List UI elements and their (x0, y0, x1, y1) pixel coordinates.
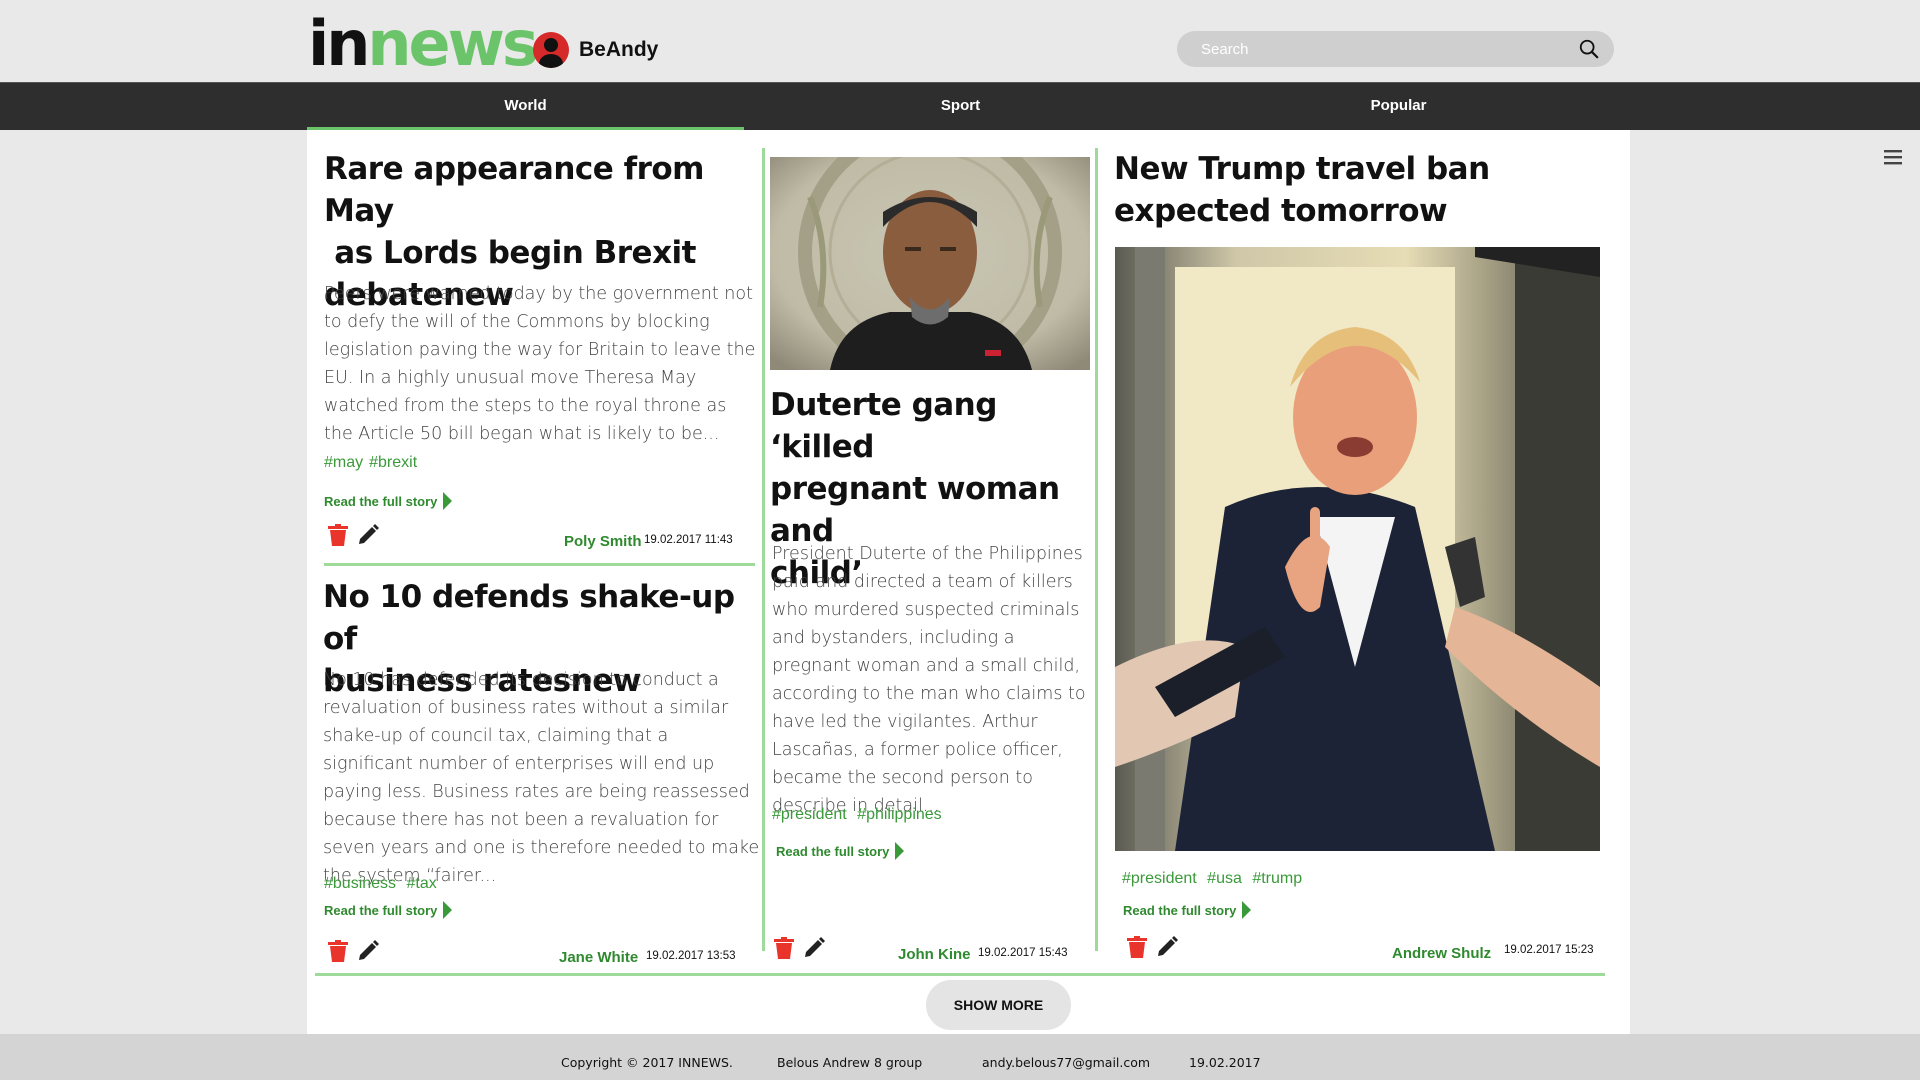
article-author[interactable]: Andrew Shulz (1392, 945, 1491, 962)
article-title-line: as Lords begin Brexit (324, 235, 697, 271)
read-full-story-label: Read the full story (1123, 902, 1237, 918)
main-nav: World Sport Popular (0, 82, 1920, 131)
tab-world[interactable]: World (307, 83, 744, 131)
read-full-story-label: Read the full story (324, 493, 438, 509)
article-date: 19.02.2017 13:53 (646, 950, 736, 962)
article-description: President Duterte of the Philippines pai… (772, 544, 1086, 816)
read-full-story-link[interactable]: Read the full story (324, 492, 453, 510)
tag-link[interactable]: #usa (1207, 870, 1242, 887)
tab-popular[interactable]: Popular (1180, 83, 1617, 131)
article-photo[interactable] (1115, 247, 1600, 851)
search-icon[interactable] (1578, 38, 1600, 60)
article-title[interactable]: New Trump travel ban expected tomorrow (1114, 148, 1614, 232)
article-tags: #may #brexit (324, 454, 423, 472)
article-photo[interactable] (770, 157, 1090, 370)
read-full-story-link[interactable]: Read the full story (776, 842, 905, 860)
tag-link[interactable]: #business (324, 875, 396, 892)
trash-icon[interactable] (1127, 936, 1147, 958)
article-date: 19.02.2017 15:23 (1504, 944, 1594, 956)
read-full-story-link[interactable]: Read the full story (324, 901, 453, 919)
pencil-icon[interactable] (803, 937, 825, 959)
play-arrow-icon (443, 901, 453, 919)
tag-link[interactable]: #trump (1252, 870, 1302, 887)
pencil-icon[interactable] (357, 524, 379, 546)
article-tags: #president #usa #trump (1122, 870, 1308, 888)
logo-part-news: news (367, 7, 538, 80)
trash-icon[interactable] (328, 524, 348, 546)
search-bar (1177, 31, 1614, 67)
tag-link[interactable]: #brexit (369, 454, 417, 471)
article-author[interactable]: Jane White (559, 949, 638, 966)
site-logo[interactable]: innews (308, 7, 539, 80)
duterte-photo-image (770, 157, 1090, 370)
read-full-story-label: Read the full story (324, 902, 438, 918)
article-title-line: expected tomorrow (1114, 193, 1448, 229)
tag-link[interactable]: #president (1122, 870, 1197, 887)
tab-sport[interactable]: Sport (742, 83, 1179, 131)
footer-date: 19.02.2017 (1189, 1055, 1261, 1070)
show-more-button[interactable]: SHOW MORE (926, 980, 1071, 1030)
article-title-line: No 10 defends shake-up of (323, 579, 735, 657)
article-divider (324, 563, 755, 566)
article-title-line: Duterte gang ‘killed (770, 387, 997, 465)
footer-copyright: Copyright © 2017 INNEWS. (561, 1055, 733, 1070)
article-description: Peers were warned today by the governmen… (324, 284, 756, 444)
article-title-line: Rare appearance from May (324, 151, 704, 229)
tag-link[interactable]: #may (324, 454, 363, 471)
read-full-story-label: Read the full story (776, 843, 890, 859)
user-profile[interactable]: BeAndy (533, 32, 658, 68)
site-header: innews BeAndy (0, 0, 1920, 82)
article-description: No 10 has defended its decision to condu… (323, 670, 760, 886)
tag-link[interactable]: #tax (407, 875, 437, 892)
hamburger-menu-icon[interactable] (1884, 149, 1902, 165)
tag-link[interactable]: #philippines (857, 806, 942, 823)
footer-email-link[interactable]: andy.belous77@gmail.com (982, 1055, 1150, 1070)
trash-icon[interactable] (774, 937, 794, 959)
pencil-icon[interactable] (357, 940, 379, 962)
article-date: 19.02.2017 11:43 (644, 534, 733, 546)
logo-part-in: in (308, 7, 370, 80)
user-avatar-icon (533, 32, 569, 68)
article-author[interactable]: John Kine (898, 946, 971, 963)
play-arrow-icon (1242, 901, 1252, 919)
feed-bottom-divider (315, 973, 1605, 976)
tag-link[interactable]: #president (772, 806, 847, 823)
read-full-story-link[interactable]: Read the full story (1123, 901, 1252, 919)
article-tags: #president #philippines (772, 806, 948, 824)
article-tags: #business #tax (324, 875, 443, 893)
site-footer: Copyright © 2017 INNEWS. Belous Andrew 8… (0, 1034, 1920, 1080)
article-title-line: New Trump travel ban (1114, 151, 1490, 187)
footer-group: Belous Andrew 8 group (777, 1055, 923, 1070)
search-input[interactable] (1177, 40, 1567, 58)
article-author[interactable]: Poly Smith (564, 533, 642, 550)
play-arrow-icon (443, 492, 453, 510)
play-arrow-icon (895, 842, 905, 860)
article-date: 19.02.2017 15:43 (978, 947, 1068, 959)
username: BeAndy (579, 38, 659, 61)
trash-icon[interactable] (328, 940, 348, 962)
trump-photo-image (1115, 247, 1600, 851)
pencil-icon[interactable] (1156, 936, 1178, 958)
news-feed: Rare appearance from May as Lords begin … (307, 130, 1630, 1034)
